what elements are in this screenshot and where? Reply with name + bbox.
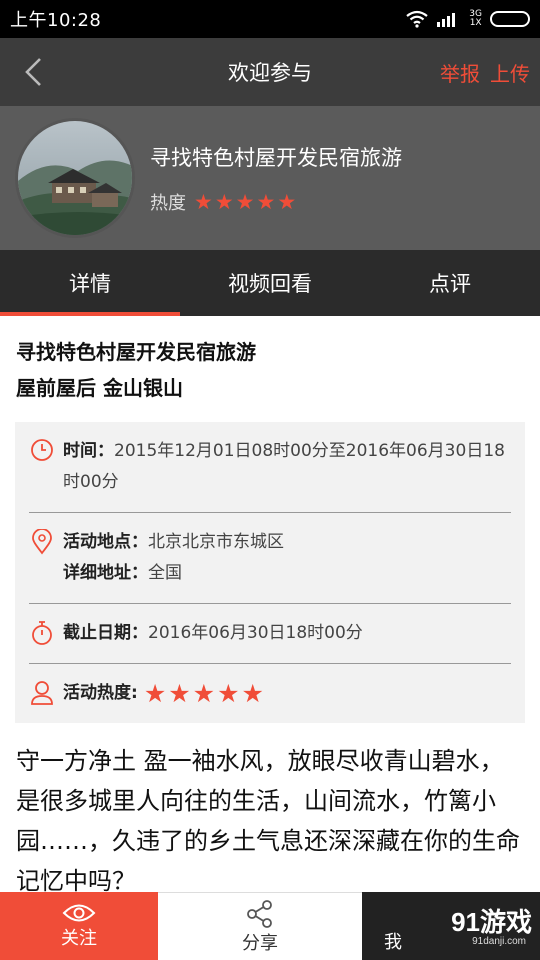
third-action-button[interactable]: 我 91游戏 91danji.com: [362, 892, 540, 960]
detail-title-line2: 屋前屋后 金山银山: [16, 376, 183, 400]
star-icon: ★: [194, 189, 213, 214]
detail-title-line1: 寻找特色村屋开发民宿旅游: [16, 340, 256, 364]
stopwatch-icon: [32, 621, 52, 645]
share-button[interactable]: 分享: [158, 892, 362, 960]
tab-video-replay[interactable]: 视频回看: [180, 250, 360, 316]
star-icon: ★: [168, 679, 191, 708]
address-label: 详细地址：: [63, 563, 148, 583]
event-heat: 热度 ★ ★ ★ ★ ★: [150, 189, 296, 215]
tab-bar: 详情 视频回看 点评: [0, 250, 540, 316]
event-description: 守一方净土 盈一袖水风，放眼尽收青山碧水，是很多城里人向往的生活，山间流水，竹篱…: [16, 747, 520, 892]
eye-icon: [62, 904, 96, 922]
heat-row: 活动热度: ★ ★ ★ ★ ★: [29, 664, 511, 723]
address-line: 详细地址：全国: [63, 558, 511, 589]
time-row: 时间：2015年12月01日08时00分至2016年06月30日18时00分: [29, 422, 511, 513]
heat-rating: ★ ★ ★ ★ ★: [194, 189, 297, 214]
title-actions: 举报 上传: [440, 58, 530, 87]
deadline-value: 2016年06月30日18时00分: [148, 623, 363, 643]
location-line: 活动地点：北京北京市东城区: [63, 527, 511, 558]
follow-button[interactable]: 关注: [0, 892, 158, 960]
deadline-label: 截止日期：: [63, 623, 148, 643]
activity-heat-rating: ★ ★ ★ ★ ★: [143, 679, 264, 708]
signal-icon: [437, 13, 456, 27]
event-header: 寻找特色村屋开发民宿旅游 热度 ★ ★ ★ ★ ★: [0, 106, 540, 250]
app-screen: 上午10:28 3G 1X 欢迎参与 举报 上传 寻找特色村屋开发民宿旅游 热度…: [0, 0, 540, 960]
back-icon[interactable]: [18, 56, 50, 88]
tab-details[interactable]: 详情: [0, 250, 180, 316]
location-icon: [32, 529, 52, 555]
time-label: 时间：: [63, 441, 114, 461]
network-sub-label: 1X: [469, 18, 482, 28]
network-type: 3G 1X: [469, 10, 482, 28]
bottom-action-bar: 关注 分享 我 91游戏 91danji.com: [0, 892, 540, 960]
detail-title: 寻找特色村屋开发民宿旅游 屋前屋后 金山银山: [0, 316, 540, 406]
wifi-icon: [406, 10, 428, 28]
person-icon: [31, 681, 53, 705]
share-icon: [247, 899, 272, 928]
upload-button[interactable]: 上传: [490, 58, 530, 87]
battery-icon: [490, 11, 530, 27]
third-label: 我: [384, 932, 402, 953]
event-title: 寻找特色村屋开发民宿旅游: [150, 146, 402, 170]
status-time: 上午10:28: [10, 10, 102, 31]
heat-label: 热度: [150, 193, 186, 214]
detail-content[interactable]: 寻找特色村屋开发民宿旅游 屋前屋后 金山银山 时间：2015年12月01日08时…: [0, 316, 540, 892]
location-label: 活动地点：: [63, 532, 148, 552]
follow-label: 关注: [61, 928, 97, 949]
star-icon: ★: [256, 189, 276, 214]
star-icon: ★: [217, 679, 240, 708]
status-bar: 上午10:28 3G 1X: [0, 0, 540, 38]
star-icon: ★: [235, 189, 255, 214]
event-cover-image: [15, 118, 135, 238]
watermark-logo: 91游戏: [451, 907, 532, 937]
report-button[interactable]: 举报: [440, 58, 480, 87]
address-value: 全国: [148, 563, 182, 583]
watermark-url: 91danji.com: [472, 936, 526, 947]
star-icon: ★: [277, 189, 297, 214]
activity-heat-label: 活动热度:: [63, 683, 138, 703]
clock-icon: [31, 439, 53, 461]
time-value: 2015年12月01日08时00分至2016年06月30日18时00分: [63, 441, 505, 492]
star-icon: ★: [241, 679, 264, 708]
title-bar: 欢迎参与 举报 上传: [0, 38, 540, 106]
star-icon: ★: [192, 679, 216, 708]
star-icon: ★: [214, 189, 234, 214]
star-icon: ★: [143, 679, 167, 708]
location-row: 活动地点：北京北京市东城区 详细地址：全国: [29, 513, 511, 604]
status-icons: 3G 1X: [405, 10, 530, 28]
share-label: 分享: [242, 932, 278, 954]
tab-reviews[interactable]: 点评: [360, 250, 540, 316]
deadline-row: 截止日期：2016年06月30日18时00分: [29, 604, 511, 664]
location-value: 北京北京市东城区: [148, 532, 284, 552]
info-box: 时间：2015年12月01日08时00分至2016年06月30日18时00分 活…: [15, 422, 525, 723]
